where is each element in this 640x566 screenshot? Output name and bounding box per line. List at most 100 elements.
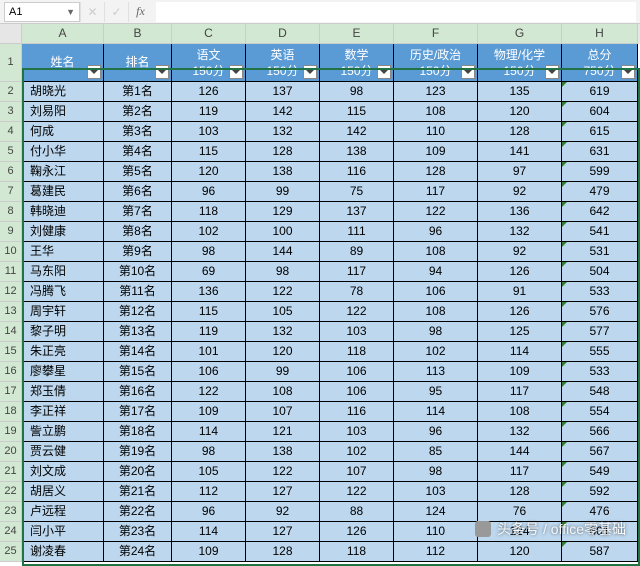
cell-score[interactable]: 119 (172, 322, 246, 342)
cell-score[interactable]: 127 (246, 482, 320, 502)
cell-score[interactable]: 531 (562, 242, 638, 262)
cell-score[interactable]: 554 (562, 402, 638, 422)
cell-rank[interactable]: 第12名 (104, 302, 172, 322)
cell-score[interactable]: 103 (394, 482, 478, 502)
cell-score[interactable]: 109 (394, 142, 478, 162)
row-header[interactable]: 4 (0, 122, 22, 142)
cell-score[interactable]: 108 (478, 402, 562, 422)
cell-score[interactable]: 116 (320, 402, 394, 422)
cell-rank[interactable]: 第22名 (104, 502, 172, 522)
column-title[interactable]: 语文150分 (172, 44, 246, 82)
cell-score[interactable]: 587 (562, 542, 638, 562)
row-header[interactable]: 8 (0, 202, 22, 222)
row-header[interactable]: 9 (0, 222, 22, 242)
cell-score[interactable]: 106 (320, 362, 394, 382)
cell-score[interactable]: 105 (246, 302, 320, 322)
row-header[interactable]: 14 (0, 322, 22, 342)
cell-score[interactable]: 69 (172, 262, 246, 282)
cell-score[interactable]: 122 (394, 202, 478, 222)
cell-score[interactable]: 126 (478, 302, 562, 322)
cell-score[interactable]: 504 (562, 262, 638, 282)
cell-score[interactable]: 110 (394, 522, 478, 542)
row-header[interactable]: 15 (0, 342, 22, 362)
cell-score[interactable]: 599 (562, 162, 638, 182)
cell-score[interactable]: 105 (172, 462, 246, 482)
cell-rank[interactable]: 第24名 (104, 542, 172, 562)
filter-dropdown-icon[interactable] (155, 65, 169, 79)
cell-rank[interactable]: 第16名 (104, 382, 172, 402)
cell-score[interactable]: 92 (478, 182, 562, 202)
cell-score[interactable]: 144 (478, 442, 562, 462)
cell-score[interactable]: 98 (394, 462, 478, 482)
cell-score[interactable]: 114 (172, 422, 246, 442)
cell-name[interactable]: 冯腾飞 (22, 282, 104, 302)
cell-score[interactable]: 99 (246, 182, 320, 202)
cell-score[interactable]: 100 (246, 222, 320, 242)
cell-score[interactable]: 99 (246, 362, 320, 382)
row-header[interactable]: 7 (0, 182, 22, 202)
cell-score[interactable]: 92 (478, 242, 562, 262)
cell-score[interactable]: 115 (172, 142, 246, 162)
cell-rank[interactable]: 第5名 (104, 162, 172, 182)
cell-rank[interactable]: 第18名 (104, 422, 172, 442)
cell-score[interactable]: 117 (320, 262, 394, 282)
cell-score[interactable]: 120 (246, 342, 320, 362)
cell-score[interactable]: 548 (562, 382, 638, 402)
cell-name[interactable]: 付小华 (22, 142, 104, 162)
cell-score[interactable]: 128 (478, 122, 562, 142)
cell-score[interactable]: 117 (478, 462, 562, 482)
cell-score[interactable]: 592 (562, 482, 638, 502)
filter-dropdown-icon[interactable] (377, 65, 391, 79)
cell-score[interactable]: 122 (246, 282, 320, 302)
cell-score[interactable]: 142 (246, 102, 320, 122)
cell-score[interactable]: 128 (478, 482, 562, 502)
cell-score[interactable]: 114 (394, 402, 478, 422)
cell-name[interactable]: 马东阳 (22, 262, 104, 282)
fx-icon[interactable]: fx (128, 2, 152, 22)
cell-score[interactable]: 106 (320, 382, 394, 402)
cell-rank[interactable]: 第20名 (104, 462, 172, 482)
filter-dropdown-icon[interactable] (87, 65, 101, 79)
cell-score[interactable]: 127 (246, 522, 320, 542)
cell-score[interactable]: 128 (246, 142, 320, 162)
cell-score[interactable]: 106 (394, 282, 478, 302)
cell-score[interactable]: 138 (320, 142, 394, 162)
row-header[interactable]: 1 (0, 44, 22, 82)
cell-score[interactable]: 116 (320, 162, 394, 182)
cell-name[interactable]: 郑玉倩 (22, 382, 104, 402)
cell-score[interactable]: 533 (562, 282, 638, 302)
cell-rank[interactable]: 第19名 (104, 442, 172, 462)
cell-score[interactable]: 138 (246, 162, 320, 182)
cell-score[interactable]: 533 (562, 362, 638, 382)
cell-name[interactable]: 胡晓光 (22, 82, 104, 102)
cell-score[interactable]: 114 (172, 522, 246, 542)
cell-score[interactable]: 78 (320, 282, 394, 302)
cell-name[interactable]: 周宇轩 (22, 302, 104, 322)
cell-score[interactable]: 576 (562, 302, 638, 322)
filter-dropdown-icon[interactable] (545, 65, 559, 79)
row-header[interactable]: 12 (0, 282, 22, 302)
cell-score[interactable]: 122 (320, 482, 394, 502)
cell-name[interactable]: 鞠永江 (22, 162, 104, 182)
cell-score[interactable]: 115 (172, 302, 246, 322)
cell-score[interactable]: 142 (320, 122, 394, 142)
cell-score[interactable]: 85 (394, 442, 478, 462)
cell-score[interactable]: 136 (172, 282, 246, 302)
cell-score[interactable]: 91 (478, 282, 562, 302)
cell-rank[interactable]: 第8名 (104, 222, 172, 242)
column-header[interactable]: F (394, 24, 478, 44)
cell-score[interactable]: 112 (394, 542, 478, 562)
cell-score[interactable]: 117 (394, 182, 478, 202)
cell-rank[interactable]: 第4名 (104, 142, 172, 162)
cell-score[interactable]: 107 (246, 402, 320, 422)
cell-name[interactable]: 韩晓迪 (22, 202, 104, 222)
cell-score[interactable]: 122 (246, 462, 320, 482)
cell-score[interactable]: 103 (320, 322, 394, 342)
cell-rank[interactable]: 第13名 (104, 322, 172, 342)
cell-rank[interactable]: 第9名 (104, 242, 172, 262)
cell-score[interactable]: 96 (172, 502, 246, 522)
cell-score[interactable]: 102 (320, 442, 394, 462)
cell-score[interactable]: 107 (320, 462, 394, 482)
cell-score[interactable]: 113 (394, 362, 478, 382)
formula-input[interactable] (156, 2, 636, 22)
